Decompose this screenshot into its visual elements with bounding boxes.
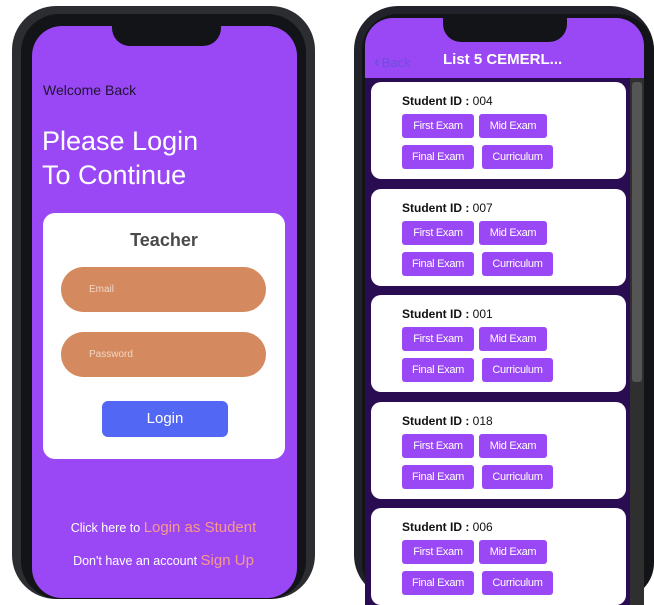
student-id-value: 018	[472, 414, 493, 428]
phone-notch	[443, 18, 567, 42]
headline-line-2: To Continue	[42, 160, 187, 190]
student-id-value: 001	[472, 307, 493, 321]
student-id-value: 006	[472, 520, 493, 534]
mid-exam-button[interactable]: Mid Exam	[479, 221, 547, 245]
curriculum-button[interactable]: Curriculum	[482, 145, 553, 169]
welcome-text: Welcome Back	[43, 82, 137, 98]
signup-link[interactable]: Sign Up	[201, 552, 254, 569]
list-screen: ‹ Back List 5 CEMERL... Student ID : 004 …	[365, 18, 644, 605]
list-title: List 5 CEMERL...	[443, 51, 563, 68]
phone-notch	[112, 26, 221, 46]
scrollbar-thumb[interactable]	[632, 82, 642, 382]
student-id-label: Student ID :	[402, 201, 470, 215]
email-field[interactable]	[61, 267, 266, 312]
curriculum-button[interactable]: Curriculum	[482, 252, 553, 276]
student-id: Student ID : 007	[402, 201, 493, 215]
student-id-label: Student ID :	[402, 520, 470, 534]
student-prompt: Click here to	[70, 521, 141, 535]
password-input[interactable]	[89, 332, 249, 377]
student-card: Student ID : 004 First Exam Mid Exam Fin…	[371, 82, 626, 179]
curriculum-button[interactable]: Curriculum	[482, 358, 553, 382]
student-id-value: 007	[472, 201, 493, 215]
final-exam-button[interactable]: Final Exam	[402, 358, 474, 382]
chevron-left-icon: ‹	[374, 52, 380, 71]
student-login-link[interactable]: Login as Student	[144, 519, 257, 536]
email-input[interactable]	[89, 267, 249, 312]
mid-exam-button[interactable]: Mid Exam	[479, 327, 547, 351]
student-id: Student ID : 006	[402, 520, 493, 534]
final-exam-button[interactable]: Final Exam	[402, 252, 474, 276]
first-exam-button[interactable]: First Exam	[402, 540, 474, 564]
password-field[interactable]	[61, 332, 266, 377]
login-button[interactable]: Login	[102, 401, 228, 437]
student-id-value: 004	[472, 94, 493, 108]
student-id: Student ID : 001	[402, 307, 493, 321]
back-button[interactable]: ‹ Back	[374, 52, 411, 72]
student-id-label: Student ID :	[402, 307, 470, 321]
mid-exam-button[interactable]: Mid Exam	[479, 114, 547, 138]
mid-exam-button[interactable]: Mid Exam	[479, 434, 547, 458]
first-exam-button[interactable]: First Exam	[402, 327, 474, 351]
student-id-label: Student ID :	[402, 414, 470, 428]
first-exam-button[interactable]: First Exam	[402, 114, 474, 138]
page-title: Please Login To Continue	[42, 124, 198, 192]
headline-line-1: Please Login	[42, 126, 199, 156]
first-exam-button[interactable]: First Exam	[402, 221, 474, 245]
student-card: Student ID : 007 First Exam Mid Exam Fin…	[371, 189, 626, 286]
back-label: Back	[381, 55, 411, 70]
student-card: Student ID : 001 First Exam Mid Exam Fin…	[371, 295, 626, 392]
signup-prompt: Don't have an account	[73, 554, 198, 568]
mid-exam-button[interactable]: Mid Exam	[479, 540, 547, 564]
final-exam-button[interactable]: Final Exam	[402, 571, 474, 595]
curriculum-button[interactable]: Curriculum	[482, 465, 553, 489]
curriculum-button[interactable]: Curriculum	[482, 571, 553, 595]
final-exam-button[interactable]: Final Exam	[402, 145, 474, 169]
login-card: Teacher Login	[43, 213, 285, 459]
student-login-line: Click here to Login as Student	[12, 519, 315, 536]
final-exam-button[interactable]: Final Exam	[402, 465, 474, 489]
signup-line: Don't have an account Sign Up	[12, 552, 315, 569]
student-id-label: Student ID :	[402, 94, 470, 108]
student-card: Student ID : 018 First Exam Mid Exam Fin…	[371, 402, 626, 499]
card-title: Teacher	[130, 230, 198, 250]
student-id: Student ID : 004	[402, 94, 493, 108]
first-exam-button[interactable]: First Exam	[402, 434, 474, 458]
list-phone-frame: ‹ Back List 5 CEMERL... Student ID : 004 …	[354, 6, 654, 605]
student-card: Student ID : 006 First Exam Mid Exam Fin…	[371, 508, 626, 605]
student-id: Student ID : 018	[402, 414, 493, 428]
